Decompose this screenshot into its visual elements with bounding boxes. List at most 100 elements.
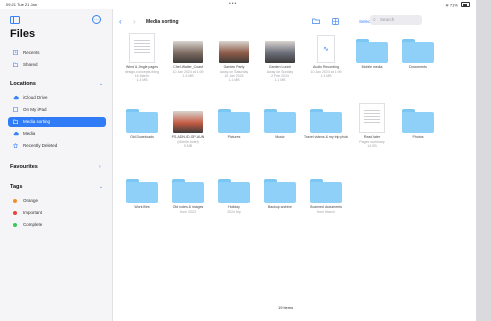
file-item[interactable]: Garden Lunch Away on Sunday 2 Feb 2024 1.1 … [258,31,302,82]
sidebar-item-recents[interactable]: Recents [10,48,104,58]
background-edge [476,0,491,321]
item-count: 19 items [278,305,294,310]
file-item[interactable]: ∿ Audio Recording 10 Jan 2024 at 1:09 1.3 M… [304,31,348,78]
item-meta: from 2023 [180,209,196,214]
folder-item[interactable]: Documents [396,31,440,70]
folder-item[interactable]: Holiday 2024 trip [212,171,256,214]
folder-icon [218,179,250,203]
folder-icon [402,109,434,133]
sidebar-item-media[interactable]: Media [10,129,104,139]
sidebar-item-tag-important[interactable]: Important [10,208,104,218]
sidebar-item-label: Important [23,210,43,215]
document-thumbnail [129,33,155,63]
item-meta: 1.3 MB [182,73,194,78]
sidebar-item-shared[interactable]: Shared [10,60,104,70]
sidebar-item-icloud-drive[interactable]: iCloud Drive [10,93,104,103]
sidebar-item-label: Media [23,131,36,136]
item-name: Pictures [227,135,241,139]
folder-item[interactable]: Mobile media [350,31,394,70]
status-time: 09:21 Tue 21 Jan [6,2,37,7]
item-name: Music [275,135,285,139]
photo-thumbnail [219,41,249,63]
item-meta: 5 MB [183,143,193,148]
file-item[interactable]: PS-ADN-ID-GP-AUN (Mobile-hotel) 5 MB [166,101,210,148]
folder-icon [264,109,296,133]
sidebar-item-label: Recents [23,50,40,55]
folder-icon [126,109,158,133]
item-name: Documents [409,65,427,69]
file-item[interactable]: Chef-Waiter_Coast 10 Jan 2024 at 1:09 1.3 … [166,31,210,78]
folder-item[interactable]: Music [258,101,302,140]
folder-item[interactable]: Old notes & images from 2023 [166,171,210,214]
item-meta: from March [317,209,335,214]
ipad-icon [13,106,18,113]
item-name: Backup archive [268,205,292,209]
sidebar-item-tag-complete[interactable]: Complete [10,220,104,230]
sidebar-title: Files [10,28,36,40]
item-meta: 1.1 MB [274,77,286,82]
folder-icon [218,109,250,133]
locations-header[interactable]: Locations [10,81,36,87]
view-grid-icon[interactable] [332,18,339,27]
item-name: Wind & Jingle pages [126,65,158,69]
folder-item[interactable]: Work files [120,171,164,210]
folder-item[interactable]: Photos [396,101,440,140]
sidebar: … Files Recents Shared Locations ⌄ iClou… [0,9,113,321]
chevron-down-icon[interactable]: ⌄ [99,81,103,87]
new-folder-icon[interactable] [312,18,320,26]
file-item[interactable]: Garden Party Away on Saturday 10 Jan 2024 1… [212,31,256,82]
item-name: Mobile media [361,65,383,69]
sidebar-item-label: Orange [23,198,39,203]
tag-color-dot [13,223,17,227]
more-options-icon[interactable]: … [92,15,101,24]
audio-file-icon: ∿ [317,35,335,63]
folder-item[interactable]: Old Downloads [120,101,164,140]
item-name: Travel videos & my trip photos [304,135,348,139]
item-name: Old Downloads [130,135,154,139]
item-meta: 14 KB [367,143,377,148]
photo-thumbnail [173,111,203,133]
sidebar-item-recently-deleted[interactable]: Recently Deleted [10,141,104,151]
folder-title: Media sorting [146,19,179,25]
item-name: Scanned documents [310,205,342,209]
photo-thumbnail [265,41,295,63]
folder-icon [264,179,296,203]
status-right: ≋ 71% [445,2,470,8]
sidebar-item-media-sorting[interactable]: Media sorting [8,117,106,127]
folder-item[interactable]: Travel videos & my trip photos [304,101,348,140]
folder-item[interactable]: Scanned documents from March [304,171,348,214]
item-meta: 1.1 MB [228,77,240,82]
shared-folder-icon [12,62,19,68]
favourites-header[interactable]: Favourites [10,164,38,170]
file-item[interactable]: Read later Pages summary 14 KB [350,101,394,148]
item-meta: 1.3 MB [320,73,332,78]
forward-button[interactable]: › [133,17,136,26]
chevron-down-icon[interactable]: ⌄ [99,184,103,190]
folder-item[interactable]: Pictures [212,101,256,140]
sidebar-toggle-icon[interactable] [10,16,20,24]
chevron-right-icon[interactable]: › [99,164,101,170]
sidebar-item-tag-orange[interactable]: Orange [10,196,104,206]
back-button[interactable]: ‹ [119,17,122,26]
sidebar-item-on-my-ipad[interactable]: On My iPad [10,105,104,115]
battery-percent: 71% [449,2,458,8]
file-browser: ‹ › Media sorting Select Search Wind & J… [113,9,476,321]
sidebar-item-label: Recently Deleted [23,143,58,148]
tags-header[interactable]: Tags [10,184,22,190]
cloud-icon [13,131,19,136]
folder-icon [310,109,342,133]
item-name: PS-ADN-ID-GP-AUN [171,135,205,139]
tag-color-dot [13,211,17,215]
sidebar-item-label: Media sorting [23,119,51,124]
wifi-icon: ≋ [445,2,449,8]
ipad-screen: 09:21 Tue 21 Jan ••• ≋ 71% … Files Recen… [0,0,476,321]
sidebar-item-label: Shared [23,62,38,67]
file-item[interactable]: Wind & Jingle pages design-concepts-thing… [120,31,164,82]
sidebar-item-label: iCloud Drive [23,95,48,100]
cloud-icon [13,95,19,100]
folder-item[interactable]: Backup archive [258,171,302,210]
battery-icon [461,2,470,7]
multitasking-dots[interactable]: ••• [229,1,237,7]
search-field[interactable]: Search [370,15,422,25]
folder-icon [172,179,204,203]
